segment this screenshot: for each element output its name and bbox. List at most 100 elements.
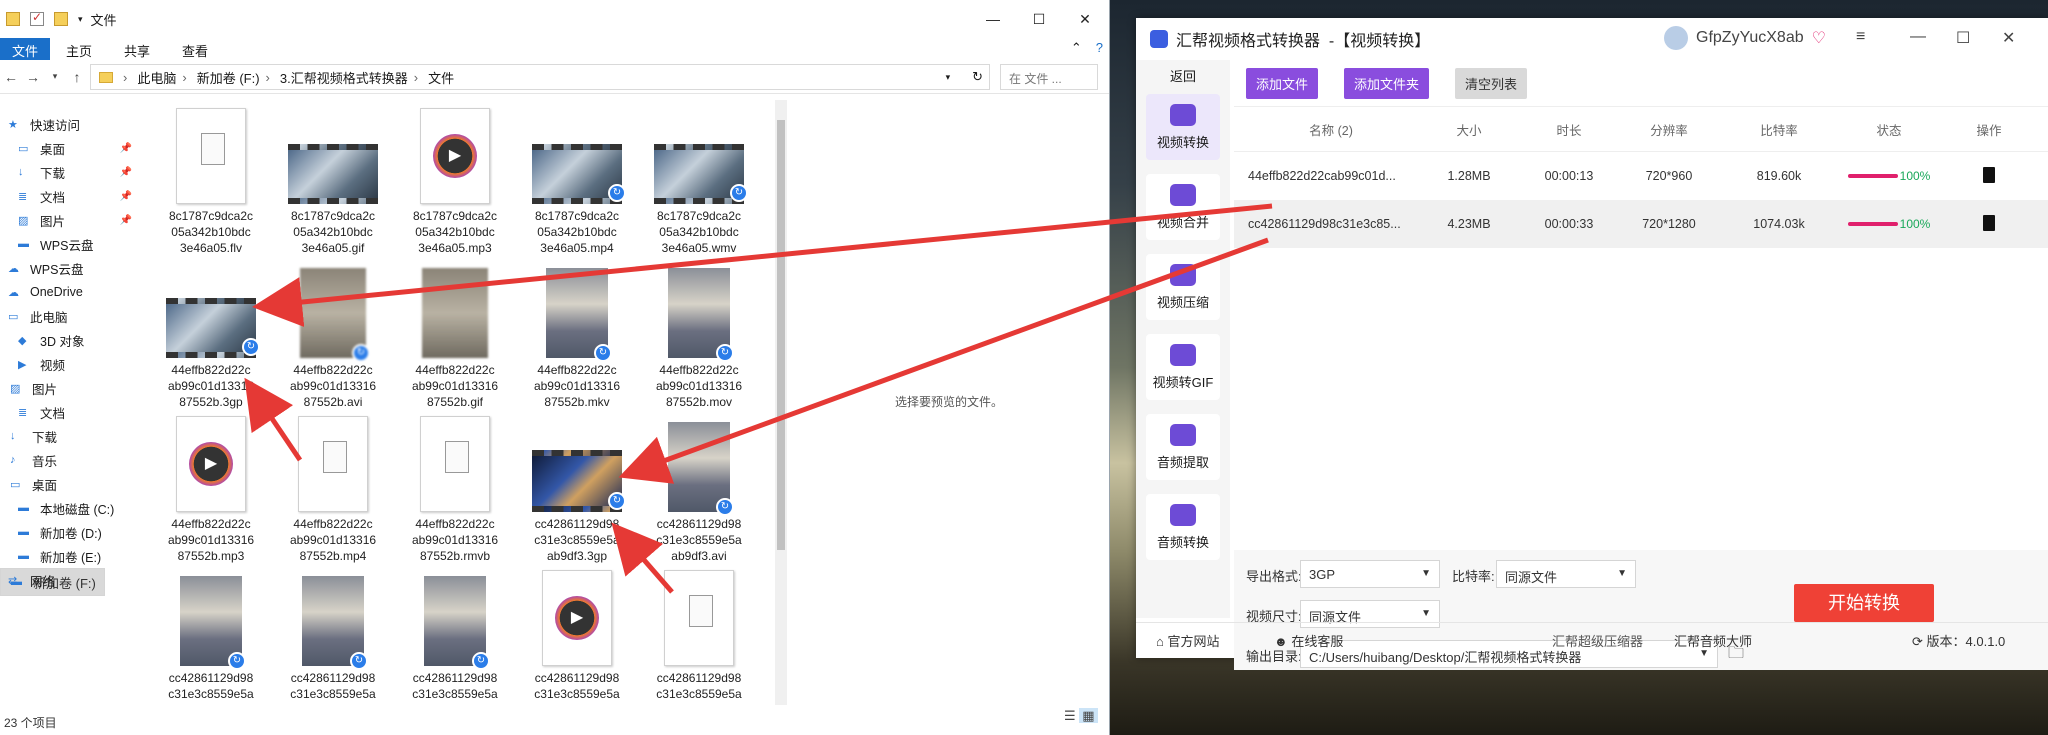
- scrollbar-thumb[interactable]: [777, 120, 785, 550]
- sidebar-item[interactable]: ▨ 图片: [0, 376, 140, 400]
- nav-video-compress[interactable]: 视频压缩: [1146, 254, 1220, 320]
- file-item[interactable]: ↻ 44effb822d22c ab99c01d13316 87552b.avi: [274, 258, 392, 410]
- sidebar-item[interactable]: ▬ 新加卷 (D:): [0, 520, 140, 544]
- bitrate-select[interactable]: 同源文件 ▼: [1496, 560, 1636, 588]
- file-item[interactable]: ↻ cc42861129d98 c31e3c8559e5a ab9df3.3gp: [518, 412, 636, 564]
- sidebar-item[interactable]: ▭ 此电脑: [0, 304, 140, 328]
- collapse-ribbon-icon[interactable]: ⌃: [1063, 38, 1090, 60]
- file-item[interactable]: 44effb822d22c ab99c01d13316 87552b.rmvb: [396, 412, 514, 564]
- support-link[interactable]: ☻ 在线客服: [1274, 631, 1343, 650]
- file-item[interactable]: 44effb822d22c ab99c01d13316 87552b.gif: [396, 258, 514, 410]
- file-item[interactable]: ↻ 44effb822d22c ab99c01d13316 87552b.mkv: [518, 258, 636, 410]
- sidebar-item[interactable]: ↓ 下载 📌: [0, 160, 140, 184]
- new-folder-icon[interactable]: [54, 12, 68, 26]
- start-convert-button[interactable]: 开始转换: [1794, 584, 1934, 622]
- tab-home[interactable]: 主页: [50, 38, 108, 60]
- properties-icon[interactable]: [30, 10, 44, 26]
- search-input[interactable]: 在 文件 ...: [1000, 64, 1098, 90]
- maximize-button[interactable]: ☐: [1016, 0, 1062, 38]
- minimize-button[interactable]: —: [1910, 28, 1926, 46]
- file-item[interactable]: 44effb822d22c ab99c01d13316 87552b.mp4: [274, 412, 392, 564]
- close-button[interactable]: ✕: [1062, 0, 1108, 38]
- refresh-icon[interactable]: ⟳: [1912, 634, 1923, 649]
- sidebar-item[interactable]: ≣ 文档 📌: [0, 184, 140, 208]
- table-row[interactable]: 44effb822d22cab99c01d... 1.28MB 00:00:13 72…: [1234, 152, 2048, 200]
- file-item[interactable]: ▶ 8c1787c9dca2c 05a342b10bdc 3e46a05.mp3: [396, 104, 514, 256]
- back-arrow-icon[interactable]: ←: [0, 69, 22, 85]
- file-item[interactable]: ↻cc42861129d98 c31e3c8559e5a ab9df3.gif: [152, 566, 270, 705]
- breadcrumb-item[interactable]: 此电脑: [137, 68, 176, 87]
- sidebar-item[interactable]: ≣ 文档: [0, 400, 140, 424]
- file-item[interactable]: ↻cc42861129d98 c31e3c8559e5a ab9df3.mov: [396, 566, 514, 705]
- file-item[interactable]: ↻ 8c1787c9dca2c 05a342b10bdc 3e46a05.mp4: [518, 104, 636, 256]
- tab-share[interactable]: 共享: [108, 38, 166, 60]
- close-button[interactable]: ✕: [2002, 28, 2015, 48]
- menu-icon[interactable]: ≡: [1856, 28, 1865, 46]
- file-item[interactable]: ↻ 44effb822d22c ab99c01d13316 87552b.mov: [640, 258, 758, 410]
- sidebar-item-label: 网络: [30, 574, 56, 589]
- sidebar-item[interactable]: ★ 快速访问: [0, 112, 140, 136]
- sidebar-item[interactable]: ♪ 音乐: [0, 448, 140, 472]
- address-dropdown-icon[interactable]: ▾: [946, 72, 951, 83]
- file-item[interactable]: ↻cc42861129d98 c31e3c8559e5a ab9df3.mkv: [274, 566, 392, 705]
- file-item[interactable]: ▶ 44effb822d22c ab99c01d13316 87552b.mp3: [152, 412, 270, 564]
- forward-arrow-icon[interactable]: →: [22, 69, 44, 85]
- sidebar-item[interactable]: ◆ 3D 对象: [0, 328, 140, 352]
- file-item[interactable]: cc42861129d98 c31e3c8559e5a ab9df3.mp4: [640, 566, 758, 705]
- compressor-link[interactable]: 汇帮超级压缩器: [1552, 631, 1643, 650]
- nav-video-merge[interactable]: 视频合并: [1146, 174, 1220, 240]
- file-item[interactable]: ▶ cc42861129d98 c31e3c8559e5a ab9df3.mp3: [518, 566, 636, 705]
- sidebar-item[interactable]: ▬ WPS云盘: [0, 232, 140, 256]
- nav-video-convert[interactable]: 视频转换: [1146, 94, 1220, 160]
- sidebar-item[interactable]: ⇄ 网络: [0, 568, 140, 592]
- column-header: 大小: [1456, 123, 1482, 138]
- breadcrumb-item[interactable]: 3.汇帮视频格式转换器: [280, 68, 408, 87]
- recent-dropdown-icon[interactable]: ▾: [44, 71, 66, 82]
- sidebar-item[interactable]: ☁ WPS云盘: [0, 256, 140, 280]
- view-toggle[interactable]: ☰ ▦: [1064, 708, 1098, 724]
- nav-music[interactable]: 音频提取: [1146, 414, 1220, 480]
- details-view-icon[interactable]: ☰: [1064, 708, 1076, 723]
- format-select[interactable]: 3GP ▼: [1300, 560, 1440, 588]
- help-icon[interactable]: ?: [1090, 38, 1109, 60]
- file-item[interactable]: ↻ 44effb822d22c ab99c01d13316 87552b.3gp: [152, 258, 270, 410]
- up-arrow-icon[interactable]: ↑: [66, 69, 88, 85]
- trash-icon[interactable]: [1983, 166, 1995, 183]
- clear-list-button[interactable]: 清空列表: [1455, 67, 1528, 99]
- file-item[interactable]: ↻ 8c1787c9dca2c 05a342b10bdc 3e46a05.wmv: [640, 104, 758, 256]
- file-item[interactable]: 8c1787c9dca2c 05a342b10bdc 3e46a05.flv: [152, 104, 270, 256]
- tab-file[interactable]: 文件: [0, 38, 51, 60]
- sidebar-item-label: 文档: [40, 190, 66, 205]
- sidebar-item[interactable]: ☁ OneDrive: [0, 280, 140, 304]
- sidebar-item[interactable]: ▨ 图片 📌: [0, 208, 140, 232]
- large-icons-view-icon[interactable]: ▦: [1079, 708, 1098, 723]
- minimize-button[interactable]: —: [970, 0, 1016, 38]
- refresh-icon[interactable]: ↻: [972, 69, 983, 85]
- breadcrumb-item[interactable]: 文件: [428, 68, 454, 87]
- dropdown-icon[interactable]: ▾: [78, 14, 83, 25]
- sidebar-item[interactable]: ▬ 新加卷 (E:): [0, 544, 140, 568]
- sidebar-item[interactable]: ▭ 桌面 📌: [0, 136, 140, 160]
- sidebar-item[interactable]: ↓ 下载: [0, 424, 140, 448]
- file-item[interactable]: ↻ cc42861129d98 c31e3c8559e5a ab9df3.avi: [640, 412, 758, 564]
- trash-icon[interactable]: [1983, 214, 1995, 231]
- tab-view[interactable]: 查看: [166, 38, 224, 60]
- website-link[interactable]: ⌂ 官方网站: [1156, 631, 1220, 650]
- breadcrumb-item[interactable]: 新加卷 (F:): [197, 68, 260, 87]
- sidebar-item[interactable]: ▬ 本地磁盘 (C:): [0, 496, 140, 520]
- maximize-button[interactable]: ☐: [1956, 28, 1970, 48]
- nav-mic[interactable]: 音频转换: [1146, 494, 1220, 560]
- sidebar-item[interactable]: ▶ 视频: [0, 352, 140, 376]
- file-item[interactable]: 8c1787c9dca2c 05a342b10bdc 3e46a05.gif: [274, 104, 392, 256]
- user-info[interactable]: GfpZyYucX8ab ♡: [1664, 26, 1826, 50]
- back-button[interactable]: 返回: [1136, 60, 1230, 86]
- audio-master-link[interactable]: 汇帮音频大师: [1674, 631, 1752, 650]
- add-file-button[interactable]: 添加文件: [1246, 67, 1319, 99]
- sidebar-item[interactable]: ▭ 桌面: [0, 472, 140, 496]
- vertical-scrollbar[interactable]: [775, 100, 787, 705]
- add-folder-button[interactable]: 添加文件夹: [1344, 67, 1430, 99]
- avatar[interactable]: [1664, 26, 1688, 50]
- address-bar[interactable]: › 此电脑 › 新加卷 (F:) › 3.汇帮视频格式转换器 › 文件 ▾ ↻: [90, 64, 990, 90]
- nav-gif[interactable]: 视频转GIF: [1146, 334, 1220, 400]
- table-row[interactable]: cc42861129d98c31e3c85... 4.23MB 00:00:33 72…: [1234, 200, 2048, 248]
